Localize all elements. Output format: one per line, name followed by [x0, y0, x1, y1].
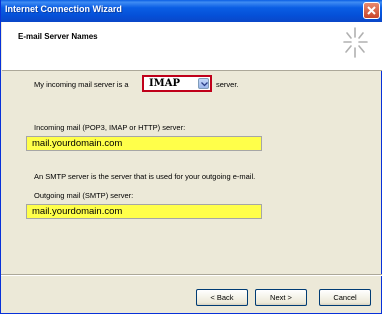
incoming-type-suffix: server. [216, 80, 239, 89]
wizard-window: Internet Connection Wizard E-mail Server… [0, 0, 382, 314]
incoming-type-prefix: My incoming mail server is a [34, 80, 129, 89]
server-type-value: IMAP [149, 78, 181, 89]
incoming-server-value: mail.yourdomain.com [32, 138, 123, 149]
server-type-select[interactable]: IMAP [142, 75, 212, 92]
incoming-server-label: Incoming mail (POP3, IMAP or HTTP) serve… [34, 123, 186, 132]
window-title: Internet Connection Wizard [5, 4, 122, 14]
close-icon [367, 6, 376, 15]
chevron-down-icon [201, 82, 208, 87]
page-title: E-mail Server Names [18, 32, 98, 41]
title-bar[interactable]: Internet Connection Wizard [1, 0, 382, 22]
smtp-note: An SMTP server is the server that is use… [34, 172, 256, 181]
cancel-button[interactable]: Cancel [319, 289, 371, 306]
wizard-sparkle-icon [343, 27, 368, 58]
footer-divider [1, 274, 382, 276]
back-button[interactable]: < Back [196, 289, 248, 306]
outgoing-server-input[interactable]: mail.yourdomain.com [26, 204, 262, 219]
outgoing-server-label: Outgoing mail (SMTP) server: [34, 191, 134, 200]
wizard-header: E-mail Server Names [2, 22, 382, 71]
outgoing-server-value: mail.yourdomain.com [32, 206, 123, 217]
next-button[interactable]: Next > [255, 289, 307, 306]
dropdown-button[interactable] [198, 78, 209, 89]
close-button[interactable] [363, 2, 380, 19]
incoming-server-input[interactable]: mail.yourdomain.com [26, 136, 262, 151]
